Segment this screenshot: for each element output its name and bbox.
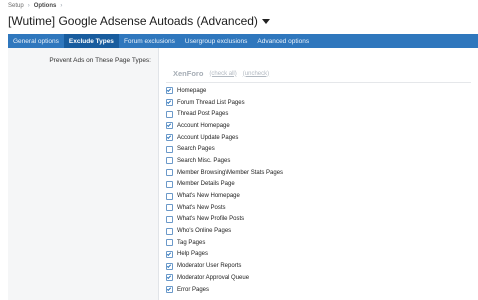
checkbox[interactable]: [166, 239, 173, 247]
checkbox[interactable]: [166, 169, 173, 177]
option-homepage[interactable]: Homepage: [166, 85, 471, 97]
option-member-details-page[interactable]: Member Details Page: [166, 179, 471, 191]
page-type-options: Homepage Forum Thread List Pages Thread …: [166, 83, 471, 295]
option-label: Member Browsing\Member Stats Pages: [177, 169, 284, 176]
option-error-pages[interactable]: Error Pages: [166, 284, 471, 296]
option-search-misc-pages[interactable]: Search Misc. Pages: [166, 155, 471, 167]
option-label: Moderator User Reports: [177, 263, 242, 270]
option-label: Search Misc. Pages: [177, 157, 231, 164]
option-label: Who's Online Pages: [177, 228, 232, 235]
option-account-homepage[interactable]: Account Homepage: [166, 120, 471, 132]
option-member-browsing-stats-pages[interactable]: Member Browsing\Member Stats Pages: [166, 167, 471, 179]
breadcrumb-item-options[interactable]: Options: [34, 3, 57, 9]
option-label: Help Pages: [177, 251, 209, 258]
option-label: Homepage: [177, 87, 207, 94]
checkbox[interactable]: [166, 157, 173, 165]
option-label: Member Details Page: [177, 181, 235, 188]
check-all-link[interactable]: (check all): [209, 71, 236, 77]
caret-down-icon[interactable]: [261, 19, 270, 24]
option-label: Error Pages: [177, 286, 210, 293]
option-help-pages[interactable]: Help Pages: [166, 249, 471, 261]
chevron-right-icon: ›: [27, 3, 30, 9]
section-title: XenForo: [173, 69, 204, 78]
option-account-update-pages[interactable]: Account Update Pages: [166, 132, 471, 144]
checkbox[interactable]: [166, 262, 173, 270]
option-label: Moderator Approval Queue: [177, 274, 250, 281]
option-search-pages[interactable]: Search Pages: [166, 143, 471, 155]
option-thread-post-pages[interactable]: Thread Post Pages: [166, 108, 471, 120]
checkbox[interactable]: [166, 134, 173, 142]
option-label: Search Pages: [177, 146, 215, 153]
uncheck-link[interactable]: (uncheck): [243, 71, 269, 77]
checkbox[interactable]: [166, 204, 173, 212]
breadcrumb: Setup › Options ›: [8, 3, 62, 9]
page-title: [Wutime] Google Adsense Autoads (Advance…: [8, 14, 258, 28]
checkbox[interactable]: [166, 110, 173, 118]
section-header: XenForo (check all) (uncheck): [166, 65, 471, 83]
options-panel: Prevent Ads on These Page Types: XenForo…: [8, 48, 478, 300]
tab-advanced-options[interactable]: Advanced options: [252, 34, 314, 48]
option-forum-thread-list-pages[interactable]: Forum Thread List Pages: [166, 97, 471, 109]
tab-general-options[interactable]: General options: [8, 34, 64, 48]
checkbox[interactable]: [166, 215, 173, 223]
option-label: What's New Profile Posts: [177, 216, 245, 223]
checkbox[interactable]: [166, 145, 173, 153]
checkbox[interactable]: [166, 99, 173, 107]
tab-bar: General options Exclude Types Forum excl…: [8, 34, 478, 48]
checkbox[interactable]: [166, 87, 173, 95]
field-label: Prevent Ads on These Page Types:: [49, 57, 151, 64]
option-moderator-user-reports[interactable]: Moderator User Reports: [166, 260, 471, 272]
checkbox[interactable]: [166, 180, 173, 188]
checkbox[interactable]: [166, 227, 173, 235]
xenforo-section: XenForo (check all) (uncheck) Homepage F…: [166, 65, 471, 295]
option-whats-new-homepage[interactable]: What's New Homepage: [166, 190, 471, 202]
checkbox[interactable]: [166, 122, 173, 130]
option-whos-online-pages[interactable]: Who's Online Pages: [166, 225, 471, 237]
tab-forum-exclusions[interactable]: Forum exclusions: [119, 34, 180, 48]
page-title-row: [Wutime] Google Adsense Autoads (Advance…: [8, 14, 270, 28]
tab-usergroup-exclusions[interactable]: Usergroup exclusions: [180, 34, 253, 48]
option-label: What's New Posts: [177, 204, 226, 211]
checkbox[interactable]: [166, 192, 173, 200]
checkbox[interactable]: [166, 286, 173, 294]
option-moderator-approval-queue[interactable]: Moderator Approval Queue: [166, 272, 471, 284]
option-label: What's New Homepage: [177, 193, 240, 200]
field-label-column: Prevent Ads on These Page Types:: [8, 48, 159, 300]
option-whats-new-profile-posts[interactable]: What's New Profile Posts: [166, 214, 471, 226]
checkbox[interactable]: [166, 274, 173, 282]
option-label: Account Homepage: [177, 122, 230, 129]
option-tag-pages[interactable]: Tag Pages: [166, 237, 471, 249]
option-label: Account Update Pages: [177, 134, 239, 141]
option-label: Tag Pages: [177, 239, 206, 246]
breadcrumb-item-setup[interactable]: Setup: [8, 3, 24, 9]
tab-exclude-types[interactable]: Exclude Types: [63, 34, 119, 48]
option-label: Forum Thread List Pages: [177, 99, 245, 106]
option-whats-new-posts[interactable]: What's New Posts: [166, 202, 471, 214]
chevron-right-icon: ›: [60, 3, 63, 9]
option-label: Thread Post Pages: [177, 111, 229, 118]
checkbox[interactable]: [166, 250, 173, 258]
